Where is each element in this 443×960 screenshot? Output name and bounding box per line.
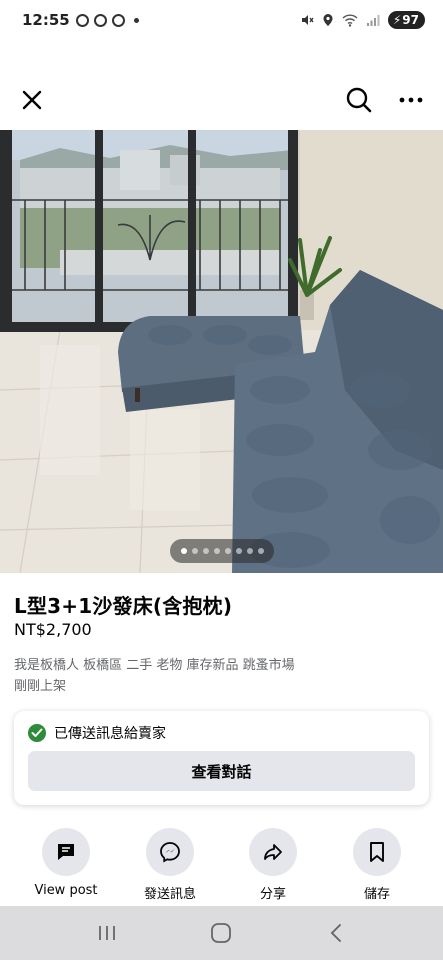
- save-action[interactable]: 儲存: [327, 828, 427, 902]
- search-button[interactable]: [343, 84, 375, 116]
- pager-dot: [202, 548, 209, 554]
- send-message-label: 發送訊息: [143, 887, 196, 902]
- share-label: 分享: [259, 887, 286, 902]
- signal-icon: [366, 14, 380, 26]
- status-time: 12:55: [22, 11, 70, 29]
- bookmark-icon: [370, 842, 384, 862]
- share-icon: [264, 844, 282, 860]
- share-circle[interactable]: [249, 828, 297, 876]
- more-notifications-dot-icon: [133, 17, 139, 23]
- battery-indicator: ⚡ 97: [387, 11, 425, 29]
- pager-dot: [191, 548, 198, 554]
- top-nav: [0, 78, 443, 122]
- location-icon: [323, 14, 333, 26]
- nav-right-actions: [343, 84, 427, 116]
- sofa-photo-illustration: [0, 130, 443, 573]
- wifi-icon: [342, 13, 358, 27]
- pager-dot: [224, 548, 231, 554]
- recent-apps-icon: [99, 926, 116, 940]
- search-icon: [346, 87, 372, 113]
- location-notification-icon: [75, 13, 89, 27]
- close-icon: [22, 90, 42, 110]
- charging-bolt-icon: ⚡: [392, 13, 402, 27]
- status-right: ⚡ 97: [300, 11, 425, 29]
- pager-dot: [246, 548, 253, 554]
- notification-icons: [75, 13, 139, 27]
- pager-dot: [180, 548, 187, 554]
- back-icon: [330, 924, 341, 942]
- pager-dot: [257, 548, 264, 554]
- messenger-notification-icon: [93, 13, 107, 27]
- send-message-circle[interactable]: [146, 828, 194, 876]
- sent-status-row: 已傳送訊息給賣家: [28, 722, 415, 744]
- message-sent-card: 已傳送訊息給賣家 查看對話: [14, 711, 429, 805]
- view-post-action[interactable]: View post: [16, 828, 116, 898]
- mute-icon: [301, 15, 314, 25]
- send-message-action[interactable]: 發送訊息: [120, 828, 220, 902]
- action-bar: View post 發送訊息 分享 儲存: [0, 828, 443, 904]
- view-post-circle[interactable]: [42, 828, 90, 876]
- listing-title: L型3+1沙發床(含抱枕): [14, 594, 233, 618]
- save-circle[interactable]: [353, 828, 401, 876]
- status-bar: 12:55 ⚡ 97: [0, 0, 443, 40]
- status-left: 12:55: [22, 11, 139, 29]
- home-button[interactable]: [201, 913, 241, 953]
- home-icon: [211, 923, 232, 943]
- sent-status-text: 已傳送訊息給賣家: [54, 726, 166, 742]
- chat-notification-icon: [111, 13, 125, 27]
- pager-dot: [213, 548, 220, 554]
- battery-level: 97: [402, 13, 419, 27]
- listing-price: NT$2,700: [14, 620, 92, 639]
- back-button[interactable]: [316, 913, 356, 953]
- listed-time: 剛剛上架: [14, 679, 67, 694]
- close-button[interactable]: [16, 84, 48, 116]
- view-conversation-button[interactable]: 查看對話: [28, 751, 415, 791]
- recent-apps-button[interactable]: [87, 913, 127, 953]
- system-nav-bar: [0, 906, 443, 960]
- view-post-label: View post: [34, 883, 98, 898]
- check-icon: [28, 724, 46, 742]
- pager-dot: [235, 548, 242, 554]
- photo-pager: [170, 539, 274, 563]
- share-action[interactable]: 分享: [223, 828, 323, 902]
- messenger-icon: [160, 842, 180, 863]
- seller-location-line[interactable]: 我是板橋人 板橋區 二手 老物 庫存新品 跳蚤市場: [14, 654, 295, 673]
- save-label: 儲存: [363, 887, 390, 902]
- post-icon: [58, 844, 74, 860]
- listing-photo[interactable]: [0, 130, 443, 573]
- more-icon: [399, 97, 423, 103]
- more-button[interactable]: [395, 84, 427, 116]
